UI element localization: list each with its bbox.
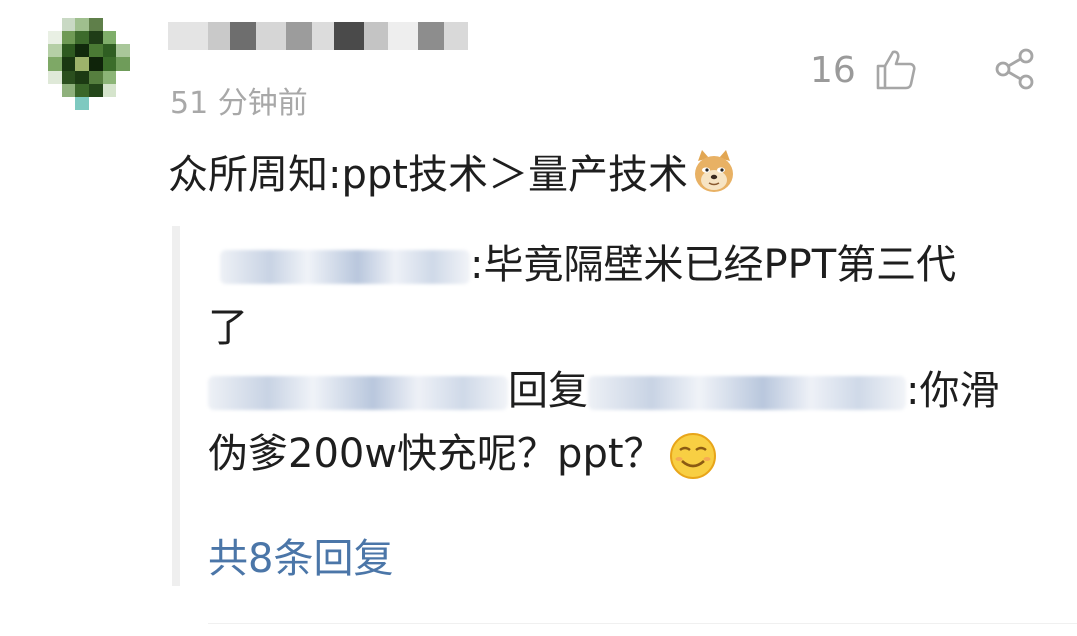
doge-emoji-icon (694, 150, 733, 192)
share-icon[interactable] (994, 48, 1036, 90)
reply-2-text: :你滑 (906, 368, 1000, 414)
thumbs-up-icon[interactable] (872, 46, 918, 92)
divider (208, 623, 1077, 624)
reply-1-line2: 了 (208, 305, 248, 351)
reply-2-line2: 伪爹200w快充呢？ppt？ (208, 423, 1048, 486)
comment-timestamp: 51 分钟前 (170, 86, 308, 121)
username-blurred[interactable] (168, 14, 468, 58)
reply-1-text: :毕竟隔壁米已经PPT第三代 (470, 242, 957, 288)
like-count: 16 (810, 50, 856, 91)
reply-1-line1: :毕竟隔壁米已经PPT第三代 (208, 234, 1048, 297)
reply-2-author-blurred[interactable] (208, 376, 508, 410)
reply-2-line1: 回复 :你滑 (208, 360, 1048, 423)
reply-1-author-blurred[interactable] (220, 250, 470, 284)
smirk-emoji-icon (669, 433, 716, 479)
comment-text: 众所周知:ppt技术＞量产技术 (168, 152, 688, 198)
reply-2-reply-word: 回复 (508, 368, 588, 414)
view-all-replies-link[interactable]: 共8条回复 (208, 526, 393, 584)
comment-body: 众所周知:ppt技术＞量产技术 (168, 142, 738, 200)
avatar[interactable] (48, 18, 130, 110)
reply-thread-bar (172, 226, 180, 586)
reply-list: :毕竟隔壁米已经PPT第三代 了 回复 :你滑 伪爹200w快充呢？ppt？ (208, 234, 1048, 486)
reply-2-target-blurred[interactable] (588, 376, 906, 410)
reply-2-text-cont: 伪爹200w快充呢？ppt？ (208, 431, 664, 477)
